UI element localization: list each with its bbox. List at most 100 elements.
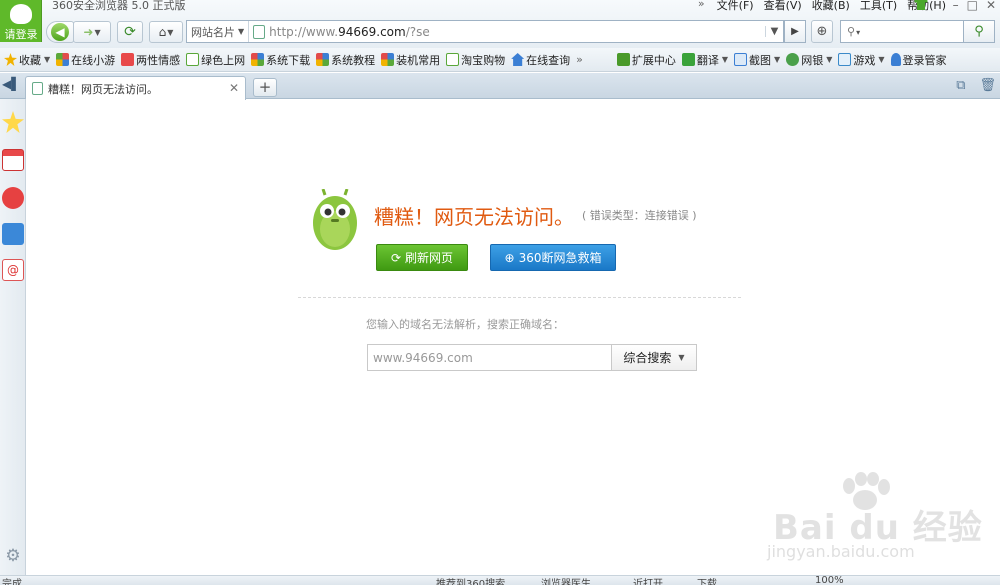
divider [298,297,741,298]
error-title: 糟糕！网页无法访问。 [374,205,574,229]
login-avatar-button[interactable]: 请登录 [0,0,42,42]
bookmark-item[interactable]: 系统下载 [251,52,310,68]
left-sidebar: @ ⚙ [0,99,26,575]
weibo-icon[interactable] [2,187,24,209]
navigation-buttons: ◀ ➜ ▼ ⟳ ⌂ ▼ [46,20,183,44]
status-zoom-level[interactable]: 100% [815,576,844,585]
network-rescue-button[interactable]: ⊕ 360断网急救箱 [490,244,616,271]
status-recently-opened[interactable]: 近打开 [633,576,663,585]
plus-circle-icon: ⊕ [504,250,515,265]
home-button[interactable]: ⌂ ▼ [149,21,183,43]
favorites-star-icon[interactable] [2,111,24,133]
mobile-icon[interactable] [2,223,24,245]
sidebar-toggle-icon[interactable]: ◀▌ [2,77,20,91]
url-text[interactable]: http://www.94669.com/?se [269,25,765,39]
bookmark-label: 两性情感 [136,53,181,67]
online-bank-button[interactable]: 网银 ▼ [786,52,832,68]
extension-center-button[interactable]: 扩展中心 [616,52,676,68]
bookmark-item[interactable]: 装机常用 [381,52,440,68]
search-button[interactable]: ⚲ [963,20,995,43]
screenshot-button[interactable]: 截图 ▼ [734,52,780,68]
site-card-label: 网站名片 [191,25,235,39]
menu-tools[interactable]: 工具(T) [860,0,897,13]
page-content: 糟糕！网页无法访问。 ( 错误类型：连接错误 ) ⟳ 刷新网页 ⊕ 360断网急… [27,100,1000,575]
bookmark-item[interactable]: 绿色上网 [186,52,245,68]
site-card-button[interactable]: 网站名片 ▼ [187,21,250,42]
status-text: 完成 [2,579,22,585]
domain-search-input[interactable] [367,344,612,371]
translate-button[interactable]: 翻译 ▼ [681,52,729,68]
bookmark-label: 淘宝购物 [461,53,506,67]
error-type: ( 错误类型：连接错误 ) [582,209,697,222]
bookmark-label: 系统教程 [331,53,376,67]
close-icon[interactable]: ✕ [986,0,996,12]
news-icon[interactable] [2,149,24,171]
search-input[interactable]: ⚲▾ [840,20,964,43]
chevron-double-icon[interactable]: » [698,0,705,13]
bookmark-item[interactable]: 两性情感 [121,52,180,68]
bookmark-label: 系统下载 [266,53,311,67]
go-button[interactable]: ▶ [784,20,806,43]
address-dropdown-icon[interactable]: ▼ [765,26,783,37]
toolbar-label: 游戏 [853,53,876,67]
chevron-down-icon: ▼ [238,27,245,36]
menu-file[interactable]: 文件(F) [717,0,754,13]
arrow-left-icon: ◀ [51,23,69,41]
windows-icon [381,53,395,66]
refresh-icon: ⟳ [124,24,136,40]
chevron-down-icon: ▼ [167,27,174,37]
menu-favorites[interactable]: 收藏(B) [812,0,850,13]
bank-icon [786,53,800,66]
combo-search-button[interactable]: 综合搜索 ▼ [611,344,697,371]
close-tab-icon[interactable]: ✕ [229,81,239,95]
bookmark-label: 绿色上网 [201,53,246,67]
page-icon [186,53,200,66]
refresh-icon: ⟳ [390,250,402,265]
home-icon: ⌂ [158,25,167,39]
chevron-double-icon[interactable]: » [576,53,583,66]
combo-search-label: 综合搜索 [623,351,672,365]
bookmarks-bar: 收藏 ▼ 在线小游 两性情感 绿色上网 系统下载 系统教程 装机常用 淘宝购物 … [0,48,1000,72]
bookmark-item[interactable]: 在线查询 [511,52,570,68]
menu-view[interactable]: 查看(V) [764,0,802,13]
mail-icon[interactable]: @ [2,259,24,281]
refresh-page-button[interactable]: ⟳ 刷新网页 [376,244,468,271]
games-button[interactable]: 游戏 ▼ [838,52,885,68]
status-downloads[interactable]: 下载 [697,576,717,585]
skin-tshirt-icon[interactable] [914,0,928,10]
restore-tabs-icon[interactable]: ⧉ [956,78,965,93]
chevron-down-icon: ▼ [878,55,885,64]
network-rescue-label: 360断网急救箱 [518,251,602,265]
bookmark-favorites[interactable]: 收藏 ▼ [4,52,50,68]
page-icon [253,24,266,39]
bookmark-label: 在线查询 [526,53,571,67]
chevron-down-icon: ▼ [721,55,729,64]
window-controls: – □ ✕ [953,0,996,12]
bookmark-label: 装机常用 [396,53,441,67]
back-button[interactable]: ◀ [46,21,74,43]
windows-icon [316,53,330,66]
chevron-down-icon: ▾ [856,28,861,37]
tab-active[interactable]: 糟糕！网页无法访问。 ✕ [25,76,246,100]
bookmark-item[interactable]: 淘宝购物 [446,52,505,68]
trash-icon[interactable]: 🗑 [979,78,996,93]
bookmark-item[interactable]: 系统教程 [316,52,375,68]
forward-button[interactable]: ➜ ▼ [73,21,111,43]
security-shield-button[interactable]: ⊕ [811,20,833,43]
url-suffix: /?se [405,24,430,39]
cube-icon [616,53,630,66]
login-manager-button[interactable]: 登录管家 [890,52,947,68]
game-grid-icon [56,53,70,66]
refresh-button[interactable]: ⟳ [117,21,143,43]
page-icon [446,53,460,66]
bookmark-item[interactable]: 在线小游 [56,52,115,68]
status-recommend-360-search[interactable]: 推荐到360搜索 [436,576,505,585]
gamepad-icon [838,53,852,66]
chevron-down-icon: ▼ [678,353,685,362]
new-tab-button[interactable]: + [253,78,277,97]
status-browser-doctor[interactable]: 浏览器医生 [541,576,591,585]
maximize-icon[interactable]: □ [967,0,978,12]
address-bar[interactable]: 网站名片 ▼ http://www.94669.com/?se ▼ [186,20,784,43]
minimize-icon[interactable]: – [953,0,959,12]
settings-gear-icon[interactable]: ⚙ [2,545,24,567]
